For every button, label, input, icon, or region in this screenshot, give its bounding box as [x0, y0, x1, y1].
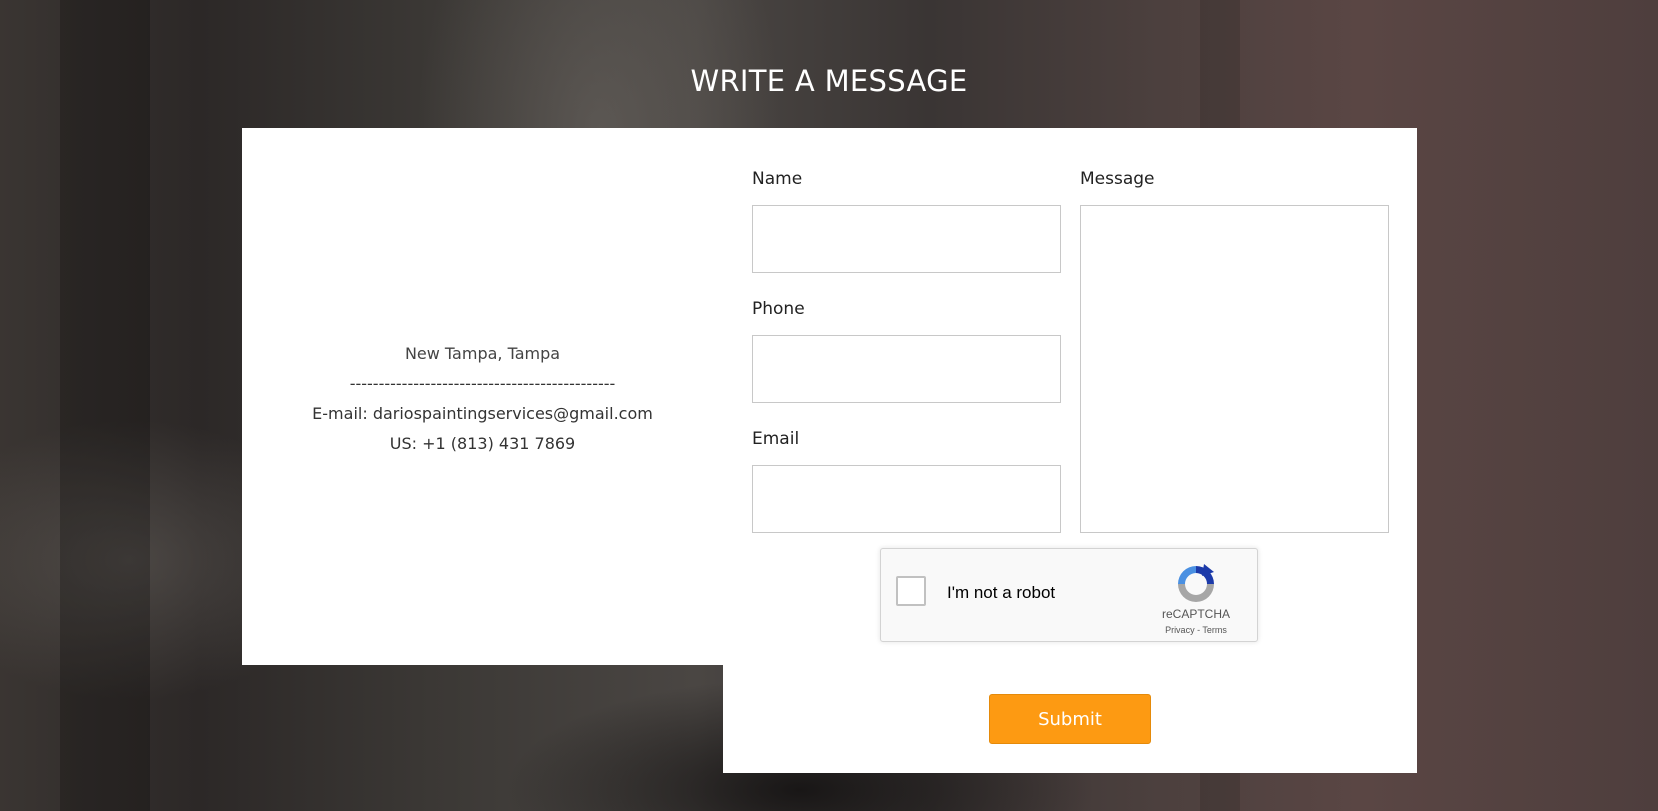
name-label: Name	[752, 169, 803, 189]
contact-card: New Tampa, Tampa -----------------------…	[242, 128, 723, 665]
contact-divider: ----------------------------------------…	[349, 374, 616, 393]
contact-form: Name Phone Email Message I'm not a robot…	[723, 128, 1417, 773]
phone-label: Phone	[752, 299, 805, 319]
name-input[interactable]	[752, 205, 1061, 273]
email-input[interactable]	[752, 465, 1061, 533]
background-shadow	[60, 0, 150, 811]
contact-email: E-mail: dariospaintingservices@gmail.com	[312, 404, 653, 423]
message-textarea[interactable]	[1080, 205, 1389, 533]
recaptcha-brand: reCAPTCHA	[1161, 607, 1230, 621]
recaptcha-privacy-link[interactable]: Privacy	[1165, 625, 1195, 635]
contact-info: New Tampa, Tampa -----------------------…	[242, 339, 723, 459]
contact-phone: US: +1 (813) 431 7869	[389, 434, 576, 453]
recaptcha-checkbox[interactable]	[896, 576, 926, 606]
recaptcha-links: Privacy - Terms	[1143, 625, 1249, 635]
recaptcha-terms-link[interactable]: Terms	[1202, 625, 1227, 635]
contact-city: New Tampa, Tampa	[404, 344, 561, 363]
page-heading: WRITE A MESSAGE	[690, 64, 968, 98]
recaptcha-label: I'm not a robot	[947, 583, 1056, 602]
phone-input[interactable]	[752, 335, 1061, 403]
recaptcha-logo-icon	[1178, 564, 1214, 602]
email-label: Email	[752, 429, 800, 449]
submit-button[interactable]: Submit	[989, 694, 1151, 744]
message-label: Message	[1080, 169, 1155, 189]
recaptcha-widget: I'm not a robot reCAPTCHA Privacy - Term…	[880, 548, 1258, 642]
